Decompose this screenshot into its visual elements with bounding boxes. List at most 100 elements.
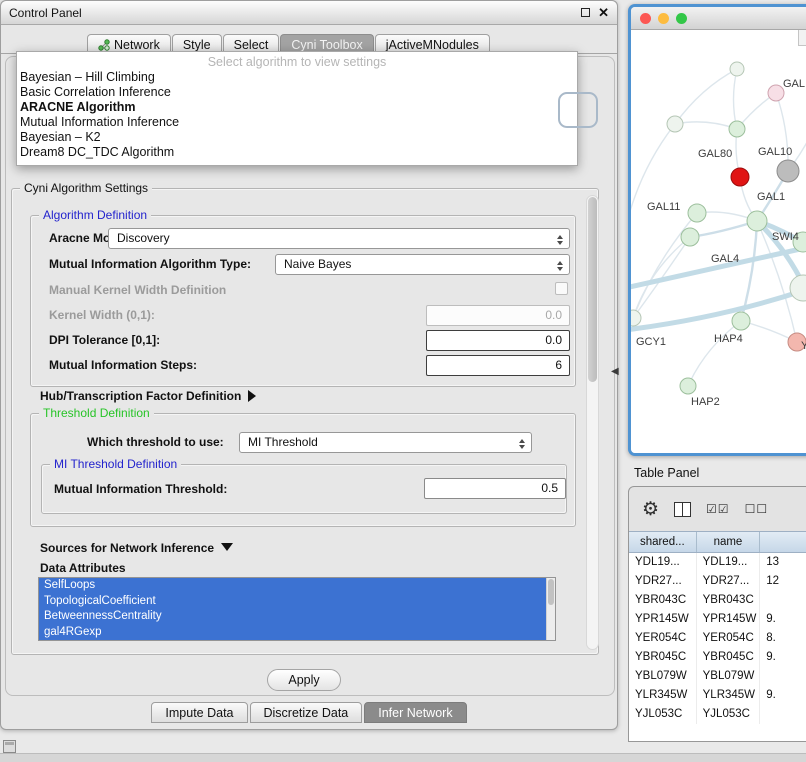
float-window-icon[interactable] [581, 8, 590, 17]
manual-kernel-width-label: Manual Kernel Width Definition [49, 283, 226, 297]
column-header[interactable]: shared... [629, 532, 697, 552]
table-cell: 12 [760, 572, 806, 591]
table-row[interactable]: YDR27...YDR27...12 [629, 572, 806, 591]
column-header[interactable] [760, 532, 806, 552]
select-all-checks-icon[interactable]: ☑☑ [706, 502, 730, 516]
graph-node[interactable] [688, 204, 706, 222]
table-row[interactable]: YJL053CYJL053C [629, 705, 806, 724]
sources-section-header[interactable]: Sources for Network Inference [40, 541, 233, 555]
table-header-row: shared...name [629, 531, 806, 553]
graph-node[interactable] [729, 121, 745, 137]
which-threshold-select[interactable]: MI Threshold [239, 432, 532, 453]
attribute-item[interactable]: gal4RGexp [39, 625, 555, 641]
zoom-traffic-light-icon[interactable] [676, 13, 687, 24]
graph-edge [688, 321, 741, 386]
attribute-list: SelfLoopsTopologicalCoefficientBetweenne… [38, 577, 556, 641]
mi-steps-field[interactable]: 6 [426, 355, 570, 376]
mi-threshold-field[interactable]: 0.5 [424, 478, 566, 499]
settings-scrollbar[interactable] [586, 195, 599, 650]
graph-node-label: SWI4 [772, 231, 799, 243]
hub-definition-label: Hub/Transcription Factor Definition [40, 389, 241, 403]
attribute-list-scrollbar[interactable] [546, 578, 555, 640]
panel-collapse-arrow-icon[interactable]: ◀ [611, 366, 619, 377]
table-cell: YBR043C [629, 591, 697, 610]
which-threshold-label: Which threshold to use: [87, 435, 224, 449]
table-cell: YBR043C [697, 591, 761, 610]
table-cell: YLR345W [697, 686, 761, 705]
network-window-titlebar[interactable] [631, 7, 806, 30]
graph-node-label: Y [801, 340, 806, 352]
attribute-item[interactable]: TopologicalCoefficient [39, 594, 555, 610]
table-row[interactable]: YBR043CYBR043C [629, 591, 806, 610]
graph-node-label: GAL [783, 78, 805, 90]
algorithm-dropdown-placeholder: Select algorithm to view settings [17, 55, 577, 70]
table-row[interactable]: YBL079WYBL079W [629, 667, 806, 686]
graph-node[interactable] [747, 211, 767, 231]
algorithm-option[interactable]: Dream8 DC_TDC Algorithm [17, 145, 577, 160]
algorithm-option[interactable]: Bayesian – K2 [17, 130, 577, 145]
graph-node[interactable] [777, 160, 799, 182]
graph-node[interactable] [731, 168, 749, 186]
graph-node[interactable] [681, 228, 699, 246]
column-selector-icon[interactable] [674, 502, 691, 517]
algorithm-option[interactable]: Bayesian – Hill Climbing [17, 70, 577, 85]
network-canvas[interactable]: GALGAL80GAL10GAL11GAL1SWI4GAL4GCY1HAP4YH… [631, 30, 806, 453]
table-cell [760, 667, 806, 686]
graph-edge [776, 93, 788, 171]
graph-node[interactable] [790, 275, 806, 301]
attribute-item[interactable]: BetweennessCentrality [39, 609, 555, 625]
combo-stepper-icon [515, 436, 528, 451]
algorithm-option[interactable]: Basic Correlation Inference [17, 85, 577, 100]
attribute-item[interactable]: SelfLoops [39, 578, 555, 594]
network-scrollbar-stub[interactable] [798, 30, 806, 46]
table-cell: 8. [760, 629, 806, 648]
network-window-focus-ring: GALGAL80GAL10GAL11GAL1SWI4GAL4GCY1HAP4YH… [628, 4, 806, 456]
deselect-all-checks-icon[interactable]: ☐☐ [745, 502, 769, 516]
table-cell [760, 705, 806, 724]
apply-button[interactable]: Apply [267, 669, 341, 691]
graph-node[interactable] [732, 312, 750, 330]
which-threshold-value: MI Threshold [248, 435, 318, 449]
algorithm-definition-group: Algorithm Definition Aracne Mode: Discov… [30, 215, 576, 387]
table-cell: YBR045C [697, 648, 761, 667]
table-row[interactable]: YER054CYER054C8. [629, 629, 806, 648]
mi-threshold-group-title: MI Threshold Definition [50, 457, 181, 471]
algorithm-option[interactable]: ARACNE Algorithm [17, 100, 577, 115]
close-traffic-light-icon[interactable] [640, 13, 651, 24]
mi-algorithm-type-select[interactable]: Naive Bayes [275, 254, 570, 275]
bottom-tab-discretize-data[interactable]: Discretize Data [250, 702, 363, 723]
kernel-width-field[interactable]: 0.0 [426, 305, 570, 326]
close-icon[interactable]: ✕ [598, 6, 609, 19]
docked-panel-icon[interactable] [3, 740, 16, 753]
table-cell: 9. [760, 648, 806, 667]
tab-label: jActiveMNodules [386, 38, 479, 52]
graph-node[interactable] [768, 85, 784, 101]
minimize-traffic-light-icon[interactable] [658, 13, 669, 24]
table-toolbar: ⚙ ☑☑ ☐☐ [629, 487, 806, 531]
control-panel-titlebar[interactable]: Control Panel ✕ [1, 1, 617, 25]
algorithm-dropdown-popup: Select algorithm to view settings Bayesi… [16, 51, 578, 166]
graph-node[interactable] [680, 378, 696, 394]
bottom-divider-strip [0, 753, 806, 762]
network-graph[interactable]: GALGAL80GAL10GAL11GAL1SWI4GAL4GCY1HAP4YH… [631, 30, 806, 453]
graph-node[interactable] [631, 310, 641, 326]
graph-node[interactable] [730, 62, 744, 76]
manual-kernel-width-checkbox[interactable] [555, 282, 568, 295]
bottom-tab-impute-data[interactable]: Impute Data [151, 702, 247, 723]
column-header[interactable]: name [697, 532, 761, 552]
table-row[interactable]: YPR145WYPR145W9. [629, 610, 806, 629]
hub-definition-section[interactable]: Hub/Transcription Factor Definition [40, 389, 256, 403]
table-row[interactable]: YDL19...YDL19...13 [629, 553, 806, 572]
table-cell: YBR045C [629, 648, 697, 667]
bottom-tab-infer-network[interactable]: Infer Network [364, 702, 466, 723]
settings-group-title: Cyni Algorithm Settings [20, 181, 152, 195]
graph-node[interactable] [667, 116, 683, 132]
search-field-fragment [558, 92, 598, 128]
aracne-mode-select[interactable]: Discovery [108, 228, 570, 249]
table-row[interactable]: YLR345WYLR345W9. [629, 686, 806, 705]
network-window: GALGAL80GAL10GAL11GAL1SWI4GAL4GCY1HAP4YH… [631, 7, 806, 453]
gear-icon[interactable]: ⚙ [642, 500, 659, 519]
dpi-tolerance-field[interactable]: 0.0 [426, 330, 570, 351]
table-row[interactable]: YBR045CYBR045C9. [629, 648, 806, 667]
algorithm-option[interactable]: Mutual Information Inference [17, 115, 577, 130]
